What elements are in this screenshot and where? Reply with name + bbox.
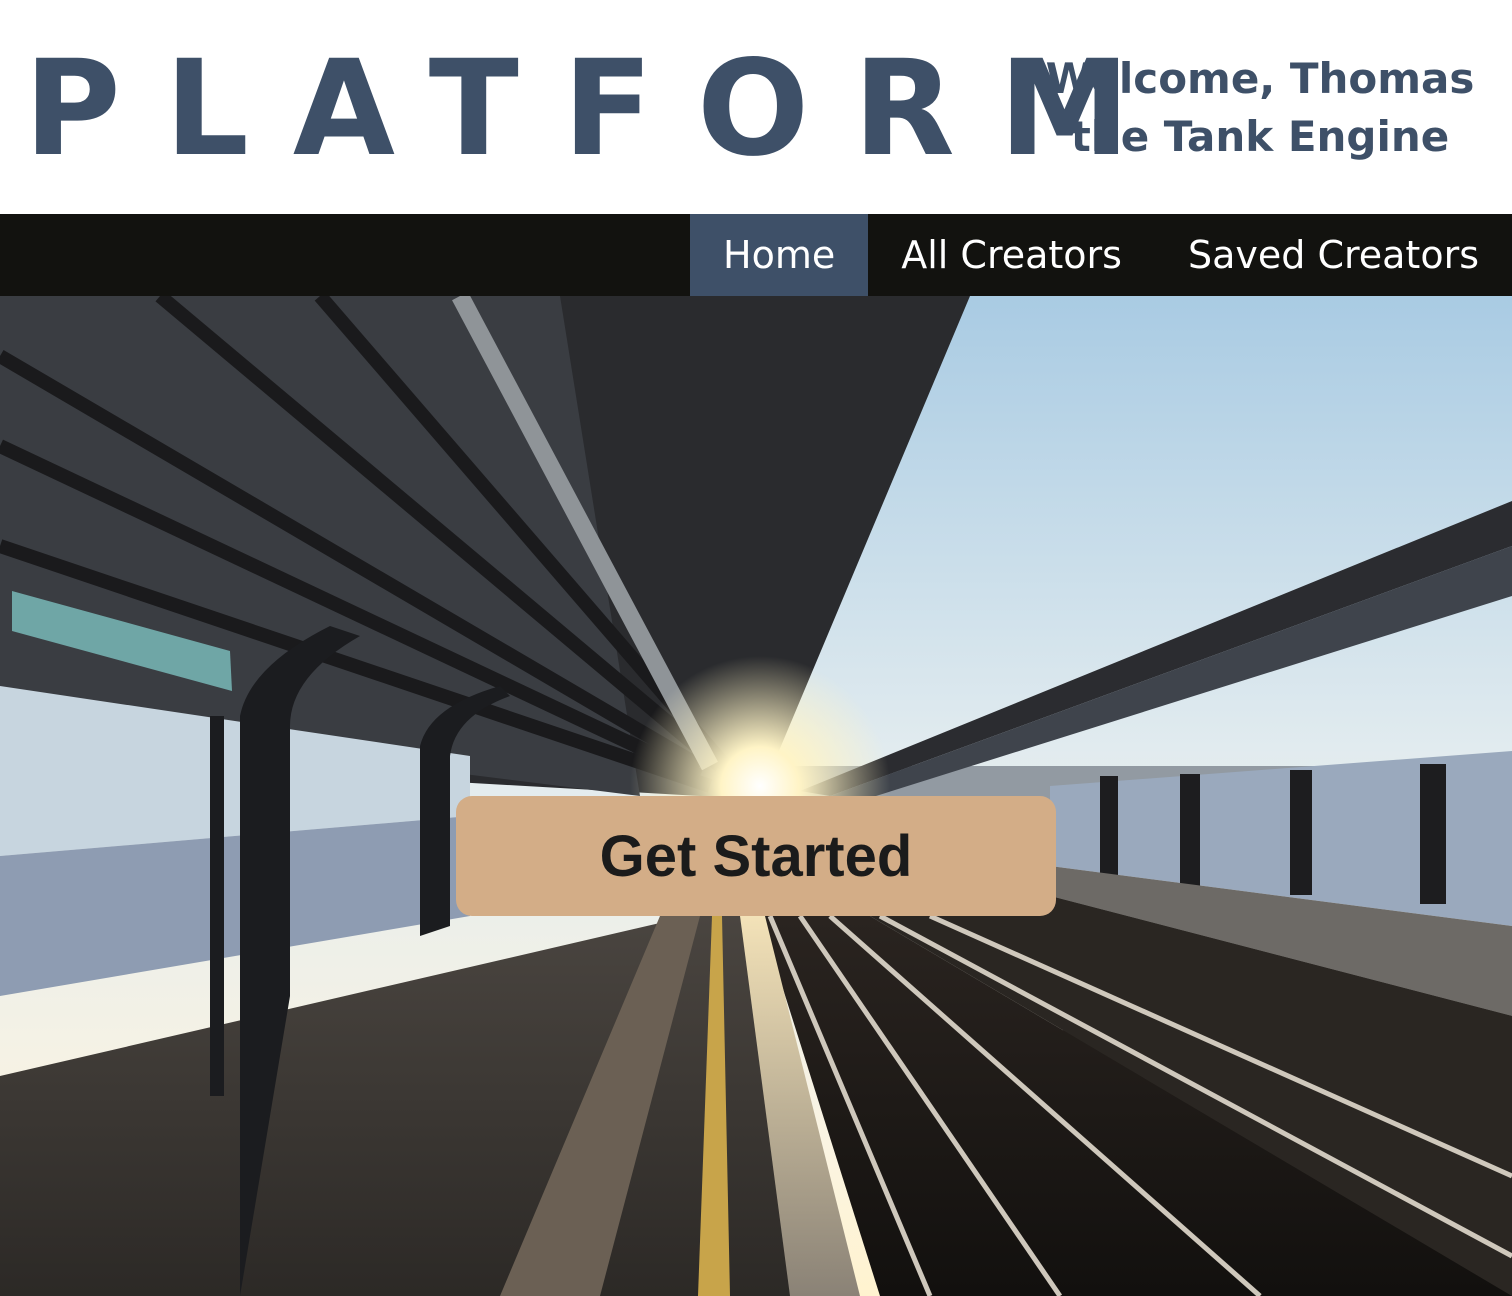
get-started-button[interactable]: Get Started	[456, 796, 1056, 916]
nav-item-saved-creators[interactable]: Saved Creators	[1155, 214, 1512, 296]
nav-item-home[interactable]: Home	[690, 214, 869, 296]
welcome-message: Welcome, Thomas the Tank Engine	[1030, 50, 1490, 166]
welcome-line-2: the Tank Engine	[1070, 112, 1450, 161]
nav-item-all-creators[interactable]: All Creators	[868, 214, 1155, 296]
page: PLATFORM Welcome, Thomas the Tank Engine…	[0, 0, 1512, 1296]
header: PLATFORM Welcome, Thomas the Tank Engine	[0, 0, 1512, 214]
nav-items: Home All Creators Saved Creators	[690, 214, 1512, 296]
hero-section: Get Started	[0, 296, 1512, 1296]
welcome-line-1: Welcome, Thomas	[1045, 54, 1475, 103]
logo[interactable]: PLATFORM	[24, 34, 1174, 184]
nav-bar: Home All Creators Saved Creators	[0, 214, 1512, 296]
